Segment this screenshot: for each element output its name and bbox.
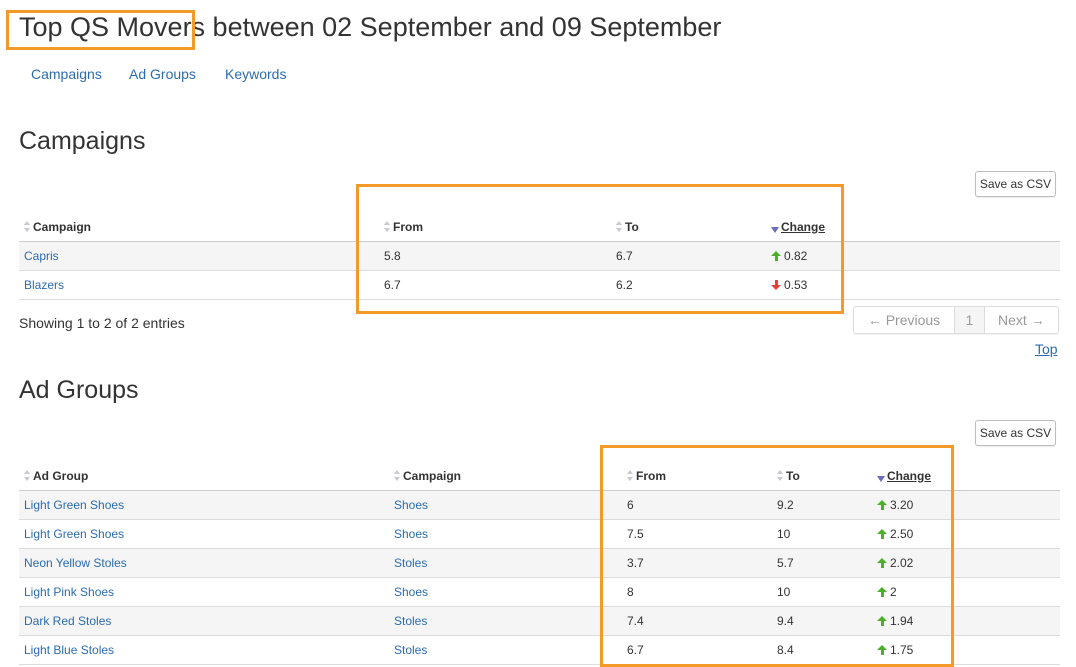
table-row: Blazers 6.7 6.2 0.53: [19, 270, 1060, 300]
sort-icon: [24, 220, 31, 232]
to-value: 6.2: [611, 270, 766, 300]
column-header-to[interactable]: To: [772, 461, 872, 491]
to-value: 8.4: [772, 635, 872, 665]
campaigns-table: Campaign From To Change Capris 5.8 6.7 0…: [19, 212, 1060, 300]
column-header-from[interactable]: From: [622, 461, 772, 491]
column-header-change[interactable]: Change: [766, 212, 1060, 242]
table-row: Dark Red Stoles Stoles 7.4 9.4 1.94: [19, 606, 1060, 636]
to-value: 10: [772, 519, 872, 549]
change-value: 2.50: [890, 527, 914, 541]
from-value: 5.8: [379, 241, 611, 271]
table-row: Light Pink Shoes Shoes 8 10 2: [19, 577, 1060, 607]
change-value: 1.75: [890, 643, 914, 657]
table-row: Neon Yellow Stoles Stoles 3.7 5.7 2.02: [19, 548, 1060, 578]
sort-icon: [24, 469, 31, 481]
arrow-up-icon: [877, 587, 887, 597]
column-header-campaign[interactable]: Campaign: [19, 212, 379, 242]
table-row: Light Blue Stoles Stoles 6.7 8.4 1.75: [19, 635, 1060, 665]
campaigns-save-csv-button[interactable]: Save as CSV: [975, 171, 1056, 197]
table-row: Light Green Shoes Shoes 6 9.2 3.20: [19, 490, 1060, 520]
from-value: 8: [622, 577, 772, 607]
from-value: 7.4: [622, 606, 772, 636]
from-value: 6.7: [379, 270, 611, 300]
change-value: 2: [890, 585, 897, 599]
table-row: Light Green Shoes Shoes 7.5 10 2.50: [19, 519, 1060, 549]
campaign-link[interactable]: Shoes: [394, 585, 428, 599]
campaign-link[interactable]: Stoles: [394, 643, 427, 657]
from-value: 7.5: [622, 519, 772, 549]
change-value: 3.20: [890, 498, 914, 512]
back-to-top-link[interactable]: Top: [1035, 341, 1058, 357]
campaign-link[interactable]: Shoes: [394, 527, 428, 541]
next-page-button[interactable]: Next →: [985, 307, 1058, 333]
to-value: 6.7: [611, 241, 766, 271]
ad-groups-table: Ad Group Campaign From To Change Light G…: [19, 461, 1060, 665]
page-title: Top QS Movers between 02 September and 0…: [19, 12, 722, 42]
ad-groups-save-csv-button[interactable]: Save as CSV: [975, 420, 1056, 446]
arrow-up-icon: [877, 558, 887, 568]
to-value: 10: [772, 577, 872, 607]
page: Top QS Movers between 02 September and 0…: [0, 0, 1076, 667]
ad-group-link[interactable]: Light Blue Stoles: [24, 643, 114, 657]
sort-icon: [777, 469, 784, 481]
to-value: 9.4: [772, 606, 872, 636]
change-value: 2.02: [890, 556, 914, 570]
nav-link-ad-groups[interactable]: Ad Groups: [129, 64, 196, 84]
ad-group-link[interactable]: Light Green Shoes: [24, 498, 124, 512]
campaign-link[interactable]: Stoles: [394, 556, 427, 570]
table-row: Capris 5.8 6.7 0.82: [19, 241, 1060, 271]
campaigns-pagination: ← Previous 1 Next →: [853, 306, 1059, 334]
table-header-row: Campaign From To Change: [19, 212, 1060, 242]
arrow-down-icon: [771, 280, 781, 290]
arrow-up-icon: [877, 500, 887, 510]
page-1-button[interactable]: 1: [955, 307, 985, 333]
previous-page-button[interactable]: ← Previous: [854, 307, 956, 333]
column-header-from[interactable]: From: [379, 212, 611, 242]
to-value: 9.2: [772, 490, 872, 520]
campaign-link[interactable]: Blazers: [24, 278, 64, 292]
ad-group-link[interactable]: Dark Red Stoles: [24, 614, 111, 628]
column-header-ad-group[interactable]: Ad Group: [19, 461, 389, 491]
table-header-row: Ad Group Campaign From To Change: [19, 461, 1060, 491]
column-header-campaign[interactable]: Campaign: [389, 461, 622, 491]
sort-icon: [384, 220, 391, 232]
change-value: 0.53: [784, 278, 808, 292]
sort-icon: [394, 469, 401, 481]
change-value: 0.82: [784, 249, 808, 263]
campaign-link[interactable]: Capris: [24, 249, 59, 263]
nav-link-campaigns[interactable]: Campaigns: [31, 64, 102, 84]
ad-group-link[interactable]: Light Pink Shoes: [24, 585, 114, 599]
from-value: 6: [622, 490, 772, 520]
from-value: 6.7: [622, 635, 772, 665]
arrow-up-icon: [771, 251, 781, 261]
column-header-change[interactable]: Change: [872, 461, 1060, 491]
sort-desc-icon: [771, 226, 779, 233]
sort-desc-icon: [877, 475, 885, 482]
campaign-link[interactable]: Stoles: [394, 614, 427, 628]
ad-groups-heading: Ad Groups: [19, 376, 139, 404]
arrow-up-icon: [877, 616, 887, 626]
to-value: 5.7: [772, 548, 872, 578]
campaigns-heading: Campaigns: [19, 127, 146, 155]
arrow-up-icon: [877, 645, 887, 655]
ad-group-link[interactable]: Neon Yellow Stoles: [24, 556, 127, 570]
column-header-to[interactable]: To: [611, 212, 766, 242]
ad-group-link[interactable]: Light Green Shoes: [24, 527, 124, 541]
from-value: 3.7: [622, 548, 772, 578]
nav-link-keywords[interactable]: Keywords: [225, 64, 286, 84]
campaign-link[interactable]: Shoes: [394, 498, 428, 512]
change-value: 1.94: [890, 614, 914, 628]
sort-icon: [616, 220, 623, 232]
sort-icon: [627, 469, 634, 481]
arrow-up-icon: [877, 529, 887, 539]
campaigns-table-info: Showing 1 to 2 of 2 entries: [19, 315, 185, 331]
